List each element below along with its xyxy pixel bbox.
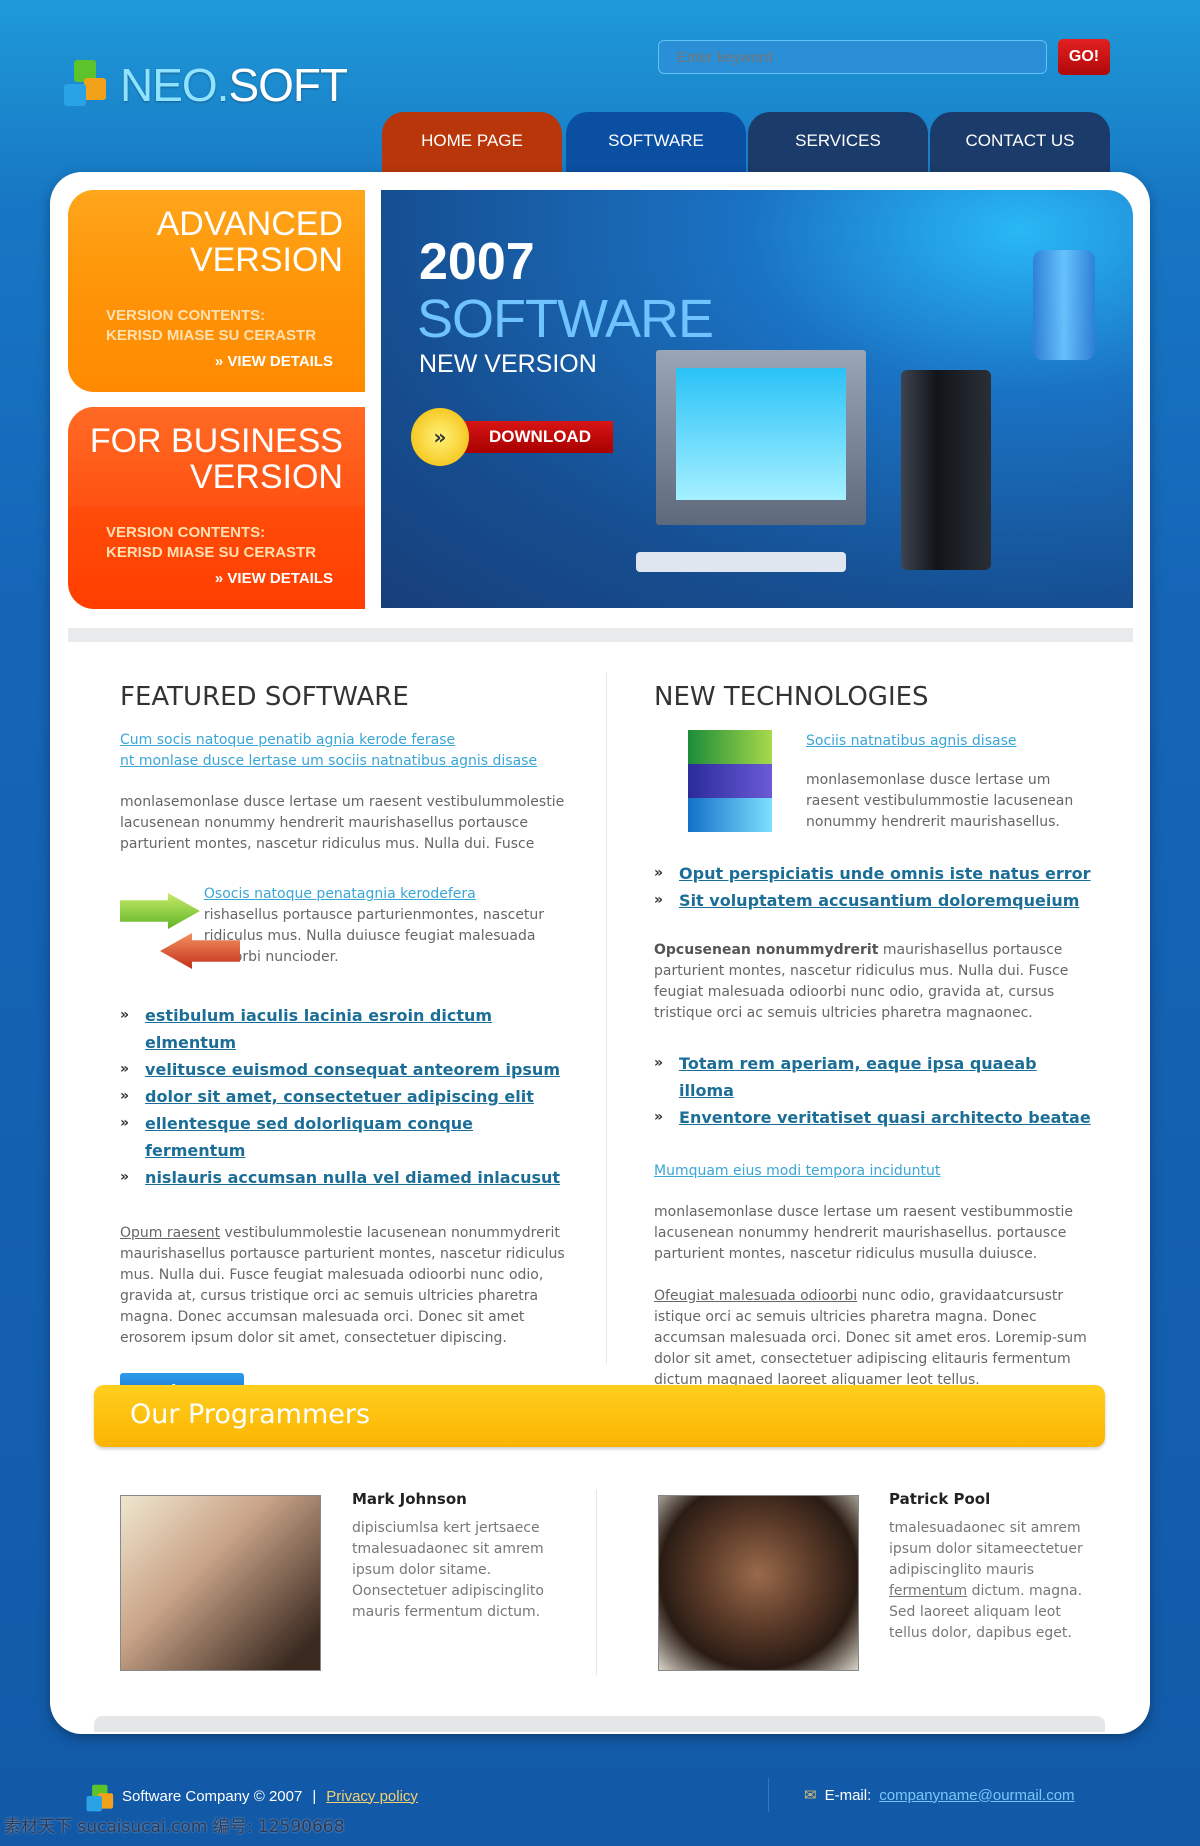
promo-business[interactable]: FOR BUSINESS VERSION VERSION CONTENTS: KER… — [68, 407, 365, 609]
search-input[interactable] — [658, 40, 1047, 74]
arrows-icon — [120, 883, 240, 978]
tab-software[interactable]: SOFTWARE — [566, 112, 746, 174]
bottle-illustration — [1033, 250, 1095, 360]
footer-divider — [768, 1778, 769, 1812]
list-item: » velitusce euismod consequat anteorem ip… — [120, 1060, 560, 1079]
tab-contact-us[interactable]: CONTACT US — [930, 112, 1110, 174]
programmer-name: Patrick Pool — [889, 1490, 991, 1508]
promo-advanced[interactable]: ADVANCED VERSION VERSION CONTENTS: KERISD … — [68, 190, 365, 392]
featured-item-link[interactable]: Osocis natoque penatagnia kerodefera — [204, 886, 476, 902]
search-go-button[interactable]: GO! — [1058, 39, 1110, 75]
stacked-cube-icon — [654, 730, 772, 840]
tab-services[interactable]: SERVICES — [748, 112, 928, 174]
programmer-name: Mark Johnson — [352, 1490, 467, 1508]
programmers-title: Our Programmers — [94, 1385, 1105, 1447]
opum-raesent-link[interactable]: Opum raesent — [120, 1225, 220, 1241]
email-link[interactable]: companyname@ourmail.com — [879, 1787, 1074, 1804]
ofeugiat-link[interactable]: Ofeugiat malesuada odioorbi — [654, 1288, 857, 1304]
list-item: » estibulum iaculis lacinia esroin dictum… — [120, 1006, 493, 1052]
featured-link[interactable]: Cum socis natoque penatib agnia kerode f… — [120, 730, 570, 751]
list-item: » Enventore veritatiset quasi architecto … — [654, 1108, 1091, 1127]
tech-link-list-2: » Totam rem aperiam, eaque ipsa quaeab il… — [654, 1050, 1094, 1131]
list-item: » Sit voluptatem accusantium doloremqueiu… — [654, 891, 1080, 910]
mumquam-link[interactable]: Mumquam eius modi tempora inciduntut — [654, 1161, 1094, 1182]
tech-link-list: » Oput perspiciatis unde omnis iste natus… — [654, 860, 1094, 914]
hero-banner: 2007 SOFTWARE NEW VERSION » DOWNLOAD — [381, 190, 1133, 608]
list-item: » Totam rem aperiam, eaque ipsa quaeab il… — [654, 1054, 1037, 1100]
logo[interactable]: NEO.SOFT — [62, 58, 348, 112]
list-item: » nislauris accumsan nulla vel diamed inl… — [120, 1168, 561, 1187]
watermark: 素材天下 sucaisucai.com 编号: 12590668 — [4, 1817, 345, 1837]
tab-home-page[interactable]: HOME PAGE — [382, 112, 562, 174]
fermentum-link[interactable]: fermentum — [889, 1583, 967, 1599]
keyboard-illustration — [636, 552, 846, 572]
tech-title: NEW TECHNOLOGIES — [654, 682, 929, 712]
view-details-link[interactable]: » VIEW DETAILS — [106, 569, 365, 589]
avatar-mark-johnson — [120, 1495, 321, 1671]
download-button[interactable]: » DOWNLOAD — [411, 408, 613, 466]
new-technologies-section: NEW TECHNOLOGIES Sociis natnatibus agnis… — [654, 682, 1094, 1391]
logo-text-bold: SOFT — [228, 59, 348, 111]
monitor-illustration — [656, 350, 866, 525]
list-item: » Oput perspiciatis unde omnis iste natus… — [654, 864, 1091, 883]
privacy-policy-link[interactable]: Privacy policy — [326, 1788, 418, 1805]
list-item: » ellentesque sed dolorliquam conque ferm… — [120, 1114, 474, 1160]
footer-left: Software Company © 2007 | Privacy policy — [82, 1780, 418, 1812]
featured-software-section: FEATURED SOFTWARE Cum socis natoque pena… — [120, 682, 570, 1407]
divider-bar — [68, 628, 1133, 642]
programmer-divider — [596, 1490, 597, 1675]
featured-link-list: » estibulum iaculis lacinia esroin dictum… — [120, 1002, 570, 1191]
tower-illustration — [901, 370, 991, 570]
download-arrow-icon: » — [411, 408, 469, 466]
envelope-icon: ✉ — [804, 1787, 817, 1804]
panel-bottom-bar — [94, 1716, 1105, 1732]
footer-email: ✉ E-mail: companyname@ourmail.com — [804, 1786, 1075, 1805]
column-divider — [606, 672, 607, 1364]
view-details-link[interactable]: » VIEW DETAILS — [106, 352, 365, 372]
avatar-patrick-pool — [658, 1495, 859, 1671]
logo-cubes-icon — [62, 60, 108, 110]
list-item: » dolor sit amet, consectetuer adipiscing… — [120, 1087, 534, 1106]
footer-logo-icon — [86, 1784, 114, 1812]
featured-title: FEATURED SOFTWARE — [120, 682, 409, 712]
logo-text-light: NEO. — [120, 59, 229, 111]
featured-link[interactable]: nt monlase dusce lertase um sociis natna… — [120, 751, 570, 772]
tech-item-link[interactable]: Sociis natnatibus agnis disase — [806, 733, 1016, 749]
